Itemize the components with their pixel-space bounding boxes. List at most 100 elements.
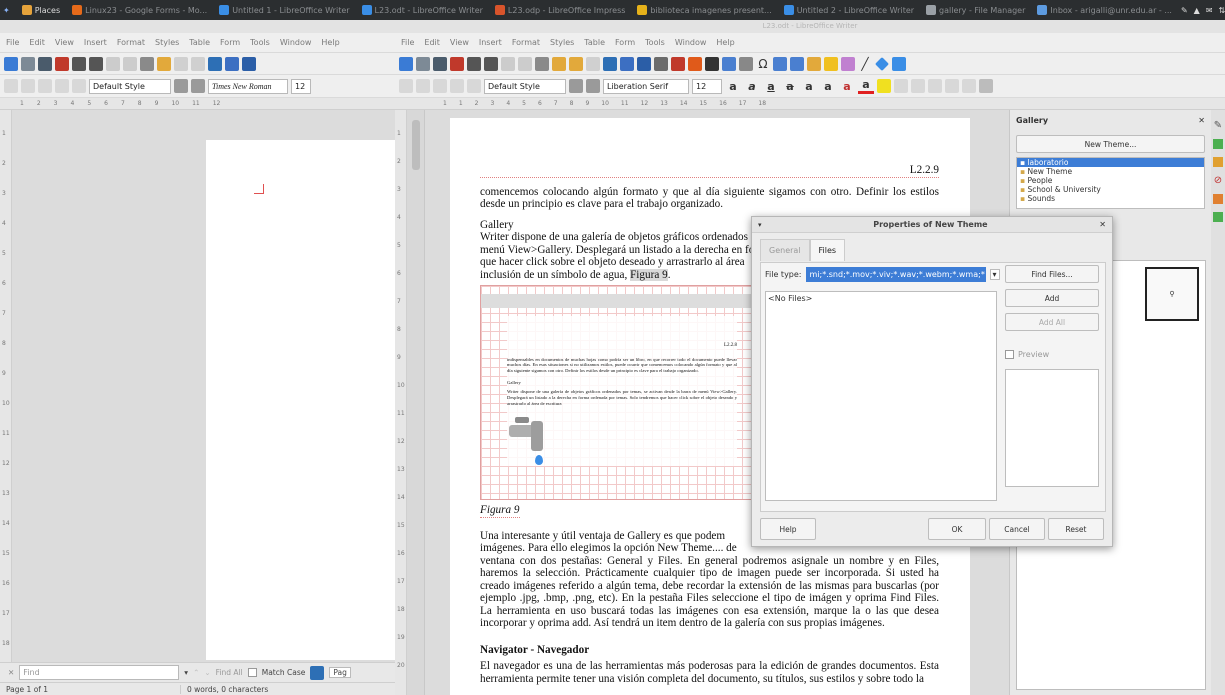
menu-help[interactable]: Help [716, 38, 734, 47]
close-sidebar-icon[interactable]: ✕ [1198, 116, 1205, 125]
redo-icon[interactable] [191, 56, 205, 71]
list-icon[interactable] [911, 79, 925, 93]
manage-changes-icon[interactable] [1213, 194, 1223, 204]
help-button[interactable]: Help [760, 518, 816, 540]
find-replace-icon[interactable] [208, 56, 222, 71]
new-document-icon[interactable] [399, 56, 413, 71]
new-style-icon[interactable] [586, 79, 600, 93]
taskbar-item[interactable]: Untitled 1 - LibreOffice Writer [216, 0, 352, 20]
theme-item-people[interactable]: ▪ People [1017, 176, 1204, 185]
taskbar-item[interactable]: Linux23 - Google Forms - Mo... [69, 0, 210, 20]
menu-format[interactable]: Format [117, 38, 145, 47]
new-theme-button[interactable]: New Theme... [1016, 135, 1205, 153]
paste-icon[interactable] [535, 56, 549, 71]
font-size-combo[interactable]: 12 [291, 78, 311, 94]
new-style-icon[interactable] [191, 79, 205, 93]
numbering-icon[interactable] [416, 79, 430, 93]
new-document-icon[interactable] [4, 56, 18, 71]
properties-icon[interactable]: ✎ [1211, 120, 1225, 131]
menu-window[interactable]: Window [675, 38, 707, 47]
design-icon[interactable] [1213, 212, 1223, 222]
paragraph-style-combo[interactable]: Default Style [484, 78, 566, 94]
figure-reference[interactable]: Figura 9 [630, 268, 668, 281]
table-icon[interactable] [72, 79, 86, 93]
indent-icon[interactable] [55, 79, 69, 93]
taskbar-item[interactable]: Inbox - arigalli@unr.edu.ar - ... [1034, 0, 1175, 20]
shapes-icon[interactable] [875, 56, 889, 71]
insert-table-icon[interactable] [654, 56, 668, 71]
navigator-icon[interactable]: ⊘ [1211, 175, 1225, 186]
document-page[interactable] [206, 140, 395, 660]
menu-form[interactable]: Form [615, 38, 635, 47]
menu-file[interactable]: File [6, 38, 19, 47]
formatting-marks-icon[interactable] [242, 56, 256, 71]
taskbar-item[interactable]: L23.odt - LibreOffice Writer [359, 0, 486, 20]
save-icon[interactable] [433, 56, 447, 71]
clone-formatting-icon[interactable] [157, 56, 171, 71]
numbered-list-icon[interactable] [928, 79, 942, 93]
draw-functions-icon[interactable] [892, 56, 906, 71]
export-pdf-icon[interactable] [55, 56, 69, 71]
numbering-icon[interactable] [21, 79, 35, 93]
file-list[interactable]: <No Files> [765, 291, 997, 501]
outline-icon[interactable] [38, 79, 52, 93]
print-preview-icon[interactable] [89, 56, 103, 71]
align-center-icon[interactable] [945, 79, 959, 93]
menu-form[interactable]: Form [220, 38, 240, 47]
tab-general[interactable]: General [760, 239, 810, 261]
menu-view[interactable]: View [450, 38, 469, 47]
spelling-icon[interactable] [225, 56, 239, 71]
scrollbar-area[interactable] [407, 110, 425, 695]
print-icon[interactable] [72, 56, 86, 71]
file-type-combo[interactable]: mi;*.snd;*.mov;*.viv;*.wav;*.webm;*.wma;… [805, 267, 986, 282]
gallery-tab-icon[interactable] [1213, 157, 1223, 167]
dialog-close-icon[interactable]: ✕ [1099, 220, 1106, 229]
menu-help[interactable]: Help [321, 38, 339, 47]
outline-icon[interactable] [433, 79, 447, 93]
copy-icon[interactable] [123, 56, 137, 71]
subscript-icon[interactable]: a [820, 80, 836, 93]
taskbar-item[interactable]: gallery - File Manager [923, 0, 1028, 20]
menu-table[interactable]: Table [189, 38, 210, 47]
page-break-icon[interactable] [722, 56, 736, 71]
save-icon[interactable] [38, 56, 52, 71]
redo-icon[interactable] [586, 56, 600, 71]
cut-icon[interactable] [106, 56, 120, 71]
export-pdf-icon[interactable] [450, 56, 464, 71]
font-size-combo[interactable]: 12 [692, 78, 722, 94]
preview-checkbox[interactable] [1005, 350, 1014, 359]
font-name-combo[interactable]: Liberation Serif [603, 78, 689, 94]
theme-item-school[interactable]: ▪ School & University [1017, 185, 1204, 194]
italic-icon[interactable]: a [744, 80, 760, 93]
notes-icon[interactable]: ✎ [1181, 6, 1188, 15]
dialog-menu-icon[interactable]: ▾ [758, 221, 762, 229]
reset-button[interactable]: Reset [1048, 518, 1104, 540]
find-all-button[interactable]: Find All [216, 668, 243, 677]
theme-list[interactable]: ▪ laboratorio ▪ New Theme ▪ People ▪ Sch… [1016, 157, 1205, 209]
copy-icon[interactable] [518, 56, 532, 71]
scrollbar-thumb[interactable] [411, 120, 420, 170]
table-icon[interactable] [467, 79, 481, 93]
menu-file[interactable]: File [401, 38, 414, 47]
hyperlink-icon[interactable] [773, 56, 787, 71]
theme-item-laboratorio[interactable]: ▪ laboratorio [1017, 158, 1204, 167]
track-changes-icon[interactable] [841, 56, 855, 71]
notification-icon[interactable]: ▲ [1194, 6, 1200, 15]
menu-insert[interactable]: Insert [479, 38, 502, 47]
ok-button[interactable]: OK [928, 518, 986, 540]
undo-icon[interactable] [569, 56, 583, 71]
paste-icon[interactable] [140, 56, 154, 71]
find-replace-icon[interactable] [310, 665, 325, 680]
bold-icon[interactable]: a [725, 80, 741, 93]
strikethrough-icon[interactable]: a [782, 80, 798, 93]
print-icon[interactable] [467, 56, 481, 71]
menu-view[interactable]: View [55, 38, 74, 47]
styles-icon[interactable] [1213, 139, 1223, 149]
find-previous-icon[interactable]: ⌃ [193, 668, 199, 677]
find-files-button[interactable]: Find Files... [1005, 265, 1099, 283]
menu-table[interactable]: Table [584, 38, 605, 47]
cut-icon[interactable] [501, 56, 515, 71]
spelling-icon[interactable] [620, 56, 634, 71]
taskbar-item[interactable]: Untitled 2 - LibreOffice Writer [781, 0, 917, 20]
menu-format[interactable]: Format [512, 38, 540, 47]
